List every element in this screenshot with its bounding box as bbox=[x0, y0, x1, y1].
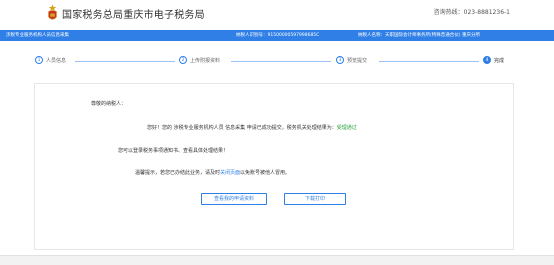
greeting-text: 尊敬的纳税人： bbox=[91, 101, 127, 107]
tip-prefix: 温馨提示，若您已办结此业务，请及时 bbox=[135, 170, 221, 176]
top-header: 国家税务总局重庆市电子税务局 咨询热线：023-8881236-1 bbox=[0, 0, 554, 30]
tip-suffix: 以免账号被他人冒用。 bbox=[240, 170, 291, 176]
step-upload-attachments: 2 上传附报资料 bbox=[179, 56, 220, 64]
step-connector bbox=[75, 61, 175, 62]
step-connector bbox=[379, 61, 479, 62]
step-label: 预览提交 bbox=[347, 57, 368, 64]
step-personal-info: 1 人员信息 bbox=[35, 56, 66, 64]
view-application-button[interactable]: 查看我的申请资料 bbox=[201, 193, 267, 205]
step-label: 完成 bbox=[494, 57, 505, 64]
module-title: 涉税专业服务机构人员信息采集 bbox=[6, 33, 69, 38]
step-label: 人员信息 bbox=[46, 57, 67, 64]
step-number: 4 bbox=[483, 56, 491, 64]
notice-message: 您可以登录税务事项通知书、查看具体处理结果！ bbox=[118, 148, 229, 154]
footer-divider bbox=[0, 255, 554, 256]
tax-emblem-icon bbox=[48, 4, 57, 20]
taxpayer-id: 纳税人识别号：91500000597998685C bbox=[236, 33, 320, 38]
site-title: 国家税务总局重庆市电子税务局 bbox=[62, 10, 205, 21]
submission-message-text: 您好！您的 涉税专业服务机构人员 信息采集 申请已成功提交，税务机关处理结果为： bbox=[147, 125, 337, 131]
tip-message: 温馨提示，若您已办结此业务，请及时关闭页面以免账号被他人冒用。 bbox=[135, 169, 290, 176]
step-connector bbox=[231, 61, 331, 62]
progress-steps: 1 人员信息 2 上传附报资料 3 预览提交 4 完成 bbox=[0, 51, 554, 71]
step-preview-submit: 3 预览提交 bbox=[336, 56, 367, 64]
hotline-text: 咨询热线：023-8881236-1 bbox=[433, 9, 510, 16]
result-panel: 尊敬的纳税人： 您好！您的 涉税专业服务机构人员 信息采集 申请已成功提交，税务… bbox=[34, 83, 514, 250]
submission-message: 您好！您的 涉税专业服务机构人员 信息采集 申请已成功提交，税务机关处理结果为：… bbox=[147, 124, 357, 131]
step-number: 2 bbox=[179, 56, 187, 64]
taxpayer-info-bar: 涉税专业服务机构人员信息采集 纳税人识别号：91500000597998685C… bbox=[0, 30, 554, 41]
step-number: 1 bbox=[35, 56, 43, 64]
result-status: 受理通过 bbox=[336, 125, 357, 131]
step-complete: 4 完成 bbox=[483, 56, 504, 64]
step-number: 3 bbox=[336, 56, 344, 64]
close-page-link[interactable]: 关闭页面 bbox=[220, 170, 240, 176]
step-label: 上传附报资料 bbox=[190, 57, 221, 64]
download-print-button[interactable]: 下载打印 bbox=[284, 193, 346, 205]
main-content: 1 人员信息 2 上传附报资料 3 预览提交 4 完成 尊敬的纳税人： 您好！您… bbox=[0, 41, 554, 255]
taxpayer-name: 纳税人名称：天职国际会计师事务所(特殊普通合伙) 重庆分所 bbox=[358, 33, 480, 38]
